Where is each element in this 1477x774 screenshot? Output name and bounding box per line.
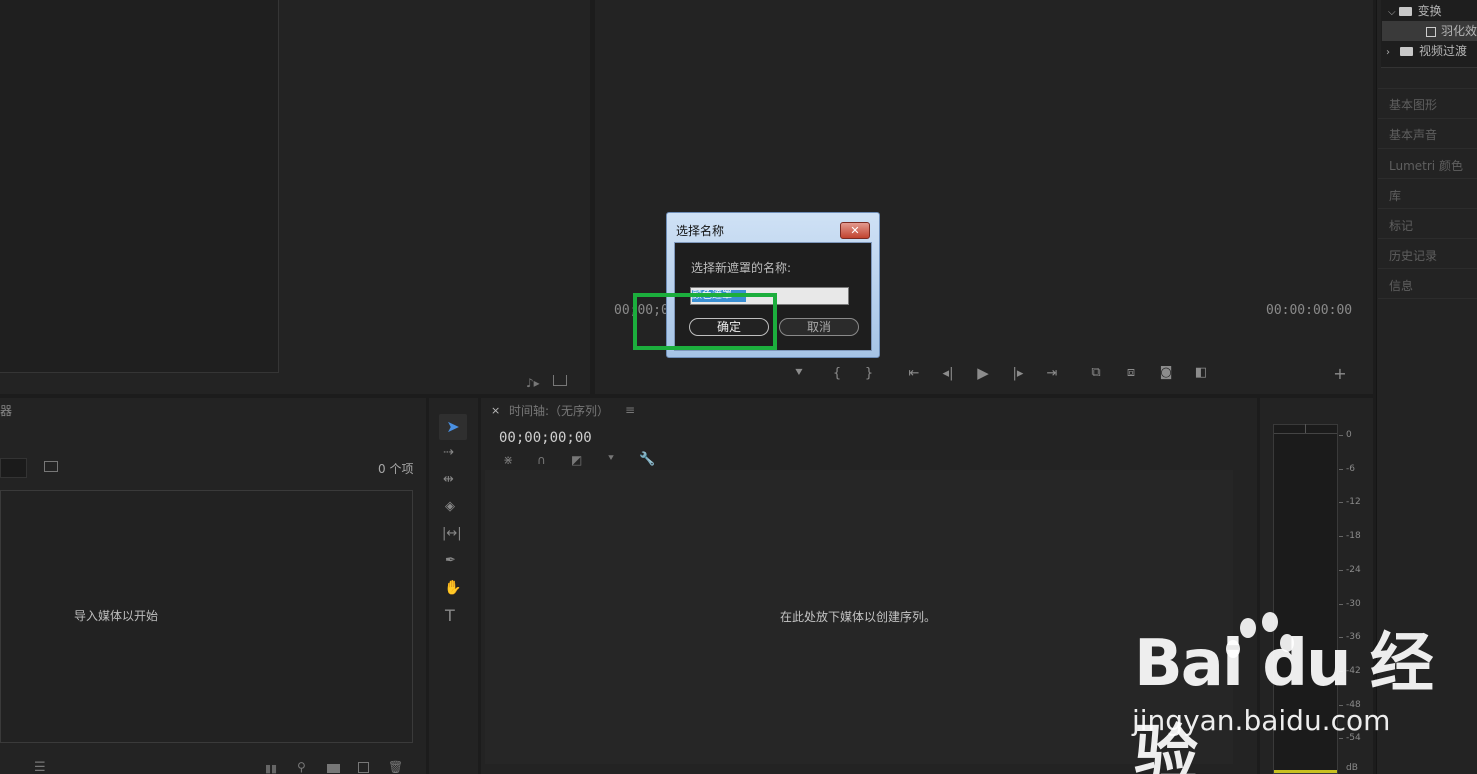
tab-lumetri-color[interactable]: Lumetri 颜色 bbox=[1389, 157, 1463, 174]
divider bbox=[1378, 238, 1477, 239]
ripple-edit-tool-icon[interactable]: ⇹ bbox=[443, 472, 454, 487]
meter-tick bbox=[1339, 435, 1343, 436]
watermark-logo: Bai du 经验 bbox=[1134, 627, 1434, 774]
program-timecode: 00:00:00:00 bbox=[1266, 303, 1353, 318]
meter-channel-divider bbox=[1305, 424, 1306, 433]
cancel-button[interactable]: 取消 bbox=[779, 318, 859, 336]
divider bbox=[1378, 268, 1477, 269]
divider bbox=[1378, 118, 1477, 119]
step-forward-icon[interactable]: |▸ bbox=[1007, 366, 1029, 381]
meter-tick bbox=[1339, 502, 1343, 503]
freeform-view-icon[interactable]: ▮▮ bbox=[265, 762, 277, 774]
new-item-icon[interactable] bbox=[358, 762, 369, 773]
insert-icon[interactable]: ⧉ bbox=[1085, 365, 1107, 380]
meter-tick bbox=[1339, 469, 1343, 470]
empty-message: 在此处放下媒体以创建序列。 bbox=[780, 610, 937, 624]
chevron-down-icon: ⌵ bbox=[1388, 7, 1396, 18]
add-marker-icon[interactable]: ⯆ bbox=[788, 366, 810, 381]
divider bbox=[1378, 208, 1477, 209]
tab-markers[interactable]: 标记 bbox=[1389, 217, 1413, 234]
close-button[interactable]: ✕ bbox=[840, 222, 870, 239]
panel-title: 器 bbox=[0, 404, 13, 418]
tools-panel: ➤ ⇢ ⇹ ◈ |↔| ✒ ✋ T bbox=[429, 398, 478, 774]
meter-peak-line bbox=[1274, 433, 1337, 434]
search-icon[interactable]: ⚲ bbox=[297, 760, 306, 774]
tree-item-video-transitions[interactable]: › 视频过渡 bbox=[1384, 41, 1477, 61]
effect-icon bbox=[1426, 26, 1436, 37]
divider bbox=[1378, 148, 1477, 149]
search-input[interactable] bbox=[0, 458, 27, 478]
highlight-box bbox=[633, 293, 777, 350]
watermark-url: jingyan.baidu.com bbox=[1132, 704, 1391, 737]
pen-tool-icon[interactable]: ✒ bbox=[445, 553, 456, 568]
tree-item-feather[interactable]: 羽化效 bbox=[1382, 21, 1477, 41]
empty-message: 导入媒体以开始 bbox=[74, 609, 159, 623]
track-select-tool-icon[interactable]: ⇢ bbox=[443, 445, 454, 460]
panel-menu-icon[interactable]: ≡ bbox=[625, 403, 635, 417]
db-label: 0 bbox=[1346, 430, 1352, 440]
meter-tick bbox=[1339, 570, 1343, 571]
type-tool-icon[interactable]: T bbox=[445, 606, 455, 625]
db-label: -30 bbox=[1346, 599, 1361, 609]
db-label: -12 bbox=[1346, 497, 1361, 507]
play-icon[interactable]: ▶ bbox=[972, 364, 994, 382]
divider bbox=[1378, 298, 1477, 299]
new-search-bin-icon[interactable] bbox=[44, 461, 58, 472]
tab-info[interactable]: 信息 bbox=[1389, 277, 1413, 294]
source-monitor-panel: ♪▸ bbox=[0, 0, 590, 394]
meter-tick bbox=[1339, 604, 1343, 605]
export-frame-icon[interactable] bbox=[553, 375, 567, 386]
mark-in-icon[interactable]: { bbox=[826, 366, 848, 381]
comparison-view-icon[interactable]: ◧ bbox=[1190, 365, 1212, 380]
tab-history[interactable]: 历史记录 bbox=[1389, 247, 1437, 264]
export-frame-camera-icon[interactable]: ◙ bbox=[1155, 365, 1177, 380]
meter-tick bbox=[1339, 536, 1343, 537]
tab-libraries[interactable]: 库 bbox=[1389, 187, 1401, 204]
divider bbox=[1378, 88, 1477, 89]
trash-icon[interactable]: 🗑 bbox=[388, 760, 403, 774]
folder-icon bbox=[1400, 47, 1413, 56]
export-audio-icon[interactable]: ♪▸ bbox=[526, 376, 540, 390]
timeline-timecode[interactable]: 00;00;00;00 bbox=[499, 430, 592, 446]
selection-tool-icon[interactable]: ➤ bbox=[439, 414, 467, 440]
go-to-out-icon[interactable]: ⇥ bbox=[1041, 366, 1063, 381]
item-count: 0 个项 bbox=[378, 462, 414, 476]
tab-essential-graphics[interactable]: 基本图形 bbox=[1389, 96, 1437, 113]
project-panel: 器 0 个项 导入媒体以开始 ☰ ▮▮ ⚲ 🗑 bbox=[0, 398, 426, 774]
wrench-icon[interactable]: 🔧 bbox=[639, 452, 655, 467]
add-marker-icon[interactable]: ⯆ bbox=[607, 453, 615, 464]
mark-out-icon[interactable]: } bbox=[858, 366, 880, 381]
db-label: -18 bbox=[1346, 531, 1361, 541]
step-back-icon[interactable]: ◂| bbox=[937, 366, 959, 381]
tree-item-transform[interactable]: ⌵ 变换 bbox=[1384, 1, 1477, 21]
hand-tool-icon[interactable]: ✋ bbox=[444, 580, 461, 596]
tab-essential-sound[interactable]: 基本声音 bbox=[1389, 126, 1437, 143]
new-bin-icon[interactable] bbox=[327, 764, 340, 773]
db-label: -24 bbox=[1346, 565, 1361, 575]
timeline-title: 时间轴:（无序列） bbox=[509, 404, 610, 418]
dialog-prompt: 选择新遮罩的名称: bbox=[691, 261, 792, 275]
linked-selection-icon[interactable]: ◩ bbox=[571, 453, 582, 467]
divider bbox=[1378, 178, 1477, 179]
overwrite-icon[interactable]: ⧈ bbox=[1120, 365, 1142, 380]
plus-icon[interactable]: + bbox=[1329, 364, 1351, 383]
chevron-right-icon: › bbox=[1386, 47, 1390, 58]
slip-tool-icon[interactable]: |↔| bbox=[442, 526, 462, 541]
razor-tool-icon[interactable]: ◈ bbox=[445, 499, 455, 514]
db-label: -6 bbox=[1346, 464, 1355, 474]
snap-magnet-icon[interactable]: ∩ bbox=[537, 453, 546, 467]
close-icon[interactable]: × bbox=[491, 404, 500, 417]
folder-icon bbox=[1398, 7, 1412, 16]
nest-icon[interactable]: ⋇ bbox=[503, 453, 513, 467]
sort-icon[interactable]: ☰ bbox=[34, 760, 46, 774]
media-drop-area[interactable] bbox=[0, 490, 413, 743]
source-monitor-canvas bbox=[0, 0, 279, 373]
dialog-title: 选择名称 bbox=[676, 224, 725, 238]
go-to-in-icon[interactable]: ⇤ bbox=[903, 366, 925, 381]
